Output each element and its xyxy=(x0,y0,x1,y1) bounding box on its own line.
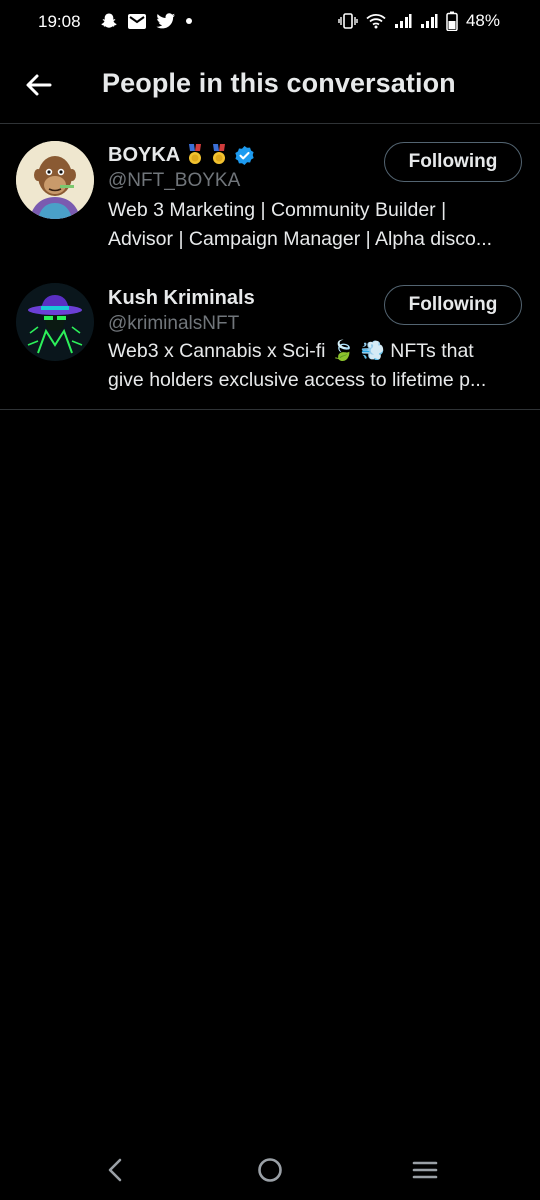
display-name: Kush Kriminals xyxy=(108,287,255,309)
battery-icon xyxy=(446,11,458,31)
home-nav-icon xyxy=(258,1158,282,1182)
nav-recents-button[interactable] xyxy=(411,1156,439,1189)
user-handle: @NFT_BOYKA xyxy=(108,170,241,191)
bio-line: Web3 x Cannabis x Sci-fi 🍃 💨 NFTs that xyxy=(108,340,474,362)
snapchat-icon xyxy=(101,13,117,28)
person-row-boyka[interactable]: BOYKA @NFT_BOYKA Web 3 Marketing | Commu… xyxy=(0,124,540,265)
bio-line: give holders exclusive access to lifetim… xyxy=(108,369,487,391)
user-bio: Web3 x Cannabis x Sci-fi 🍃 💨 NFTs that g… xyxy=(108,337,520,395)
list-divider xyxy=(0,409,540,410)
person-row-kush-kriminals[interactable]: Kush Kriminals @kriminalsNFT Web3 x Cann… xyxy=(0,267,540,408)
notification-icons xyxy=(100,12,193,30)
page-title: People in this conversation xyxy=(102,68,456,98)
battery-percent: 48% xyxy=(465,11,500,30)
name-line: BOYKA xyxy=(108,143,255,167)
bio-line: Advisor | Campaign Manager | Alpha disco… xyxy=(108,228,493,250)
dot-icon xyxy=(186,18,192,24)
display-name: BOYKA xyxy=(108,143,181,166)
system-icons: 48% xyxy=(338,11,500,31)
vibrate-icon xyxy=(338,13,358,29)
recents-nav-icon xyxy=(412,1161,438,1179)
system-nav-bar xyxy=(0,1140,540,1200)
kriminal-avatar-image xyxy=(16,283,94,361)
gmail-icon xyxy=(128,13,146,29)
bio-line: Web 3 Marketing | Community Builder | xyxy=(108,199,447,221)
avatar[interactable] xyxy=(16,141,94,219)
verified-badge-icon xyxy=(235,145,254,165)
status-time: 19:08 xyxy=(38,12,81,31)
ape-avatar-image xyxy=(16,141,94,219)
avatar[interactable] xyxy=(16,283,94,361)
status-bar: 19:08 48% xyxy=(0,0,540,46)
signal-icon xyxy=(420,14,438,28)
following-button[interactable]: Following xyxy=(384,285,522,325)
wifi-icon xyxy=(366,14,386,29)
twitter-icon xyxy=(156,12,175,28)
top-app-bar: People in this conversation xyxy=(0,46,540,124)
back-nav-icon xyxy=(108,1158,122,1182)
signal-icon xyxy=(394,14,412,28)
following-button[interactable]: Following xyxy=(384,142,522,182)
arrow-left-icon xyxy=(26,74,52,96)
military-medal-icon xyxy=(213,144,226,164)
nav-back-button[interactable] xyxy=(102,1156,128,1189)
nav-home-button[interactable] xyxy=(256,1156,284,1189)
military-medal-icon xyxy=(189,144,202,164)
back-button[interactable] xyxy=(22,68,56,102)
user-bio: Web 3 Marketing | Community Builder | Ad… xyxy=(108,196,520,254)
name-line: Kush Kriminals xyxy=(108,287,255,310)
user-handle: @kriminalsNFT xyxy=(108,313,240,334)
